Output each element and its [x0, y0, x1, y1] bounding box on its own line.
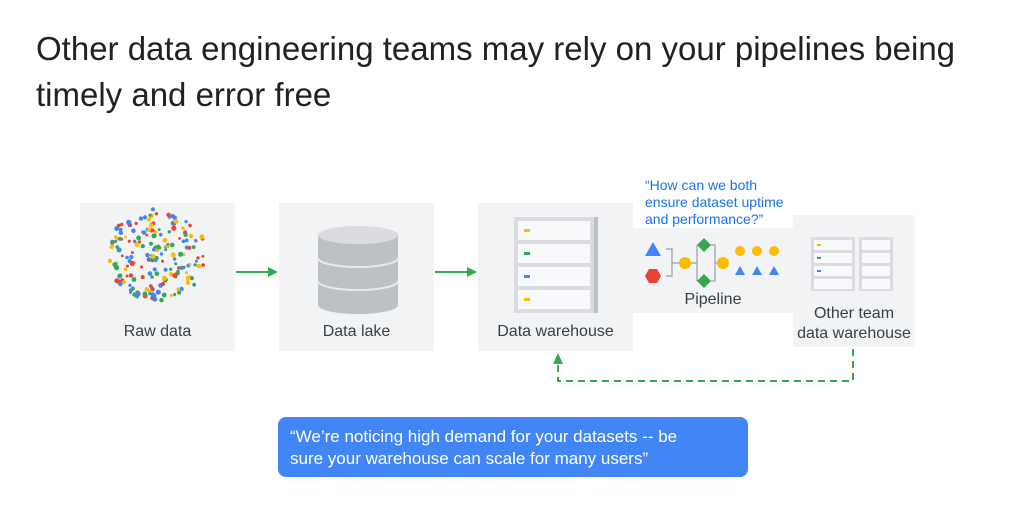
team-question-line2: ensure dataset uptime — [645, 194, 784, 210]
demand-callout-line1: “We’re noticing high demand for your dat… — [290, 427, 678, 446]
data-warehouse-server-icon — [514, 217, 598, 313]
data-lake-label: Data lake — [322, 323, 391, 340]
raw-data-label: Raw data — [123, 323, 192, 340]
team-question-line3: and performance?” — [645, 211, 764, 227]
other-team-server-icon — [811, 237, 893, 291]
data-lake-database-icon — [317, 226, 399, 314]
raw-data-scatter-icon — [107, 207, 205, 303]
pipeline-label: Pipeline — [684, 291, 742, 308]
flow-arrow-lake-to-warehouse — [435, 267, 477, 277]
feedback-dashed-arrow — [553, 349, 854, 382]
other-team-label-line1: Other team — [813, 305, 895, 322]
demand-callout-line2: sure your warehouse can scale for many u… — [290, 449, 649, 468]
team-question-quote: “How can we both ensure dataset uptime a… — [645, 177, 825, 228]
flow-arrow-raw-to-lake — [236, 267, 278, 277]
team-question-line1: “How can we both — [645, 177, 758, 193]
other-team-label-line2: data warehouse — [797, 325, 911, 342]
data-warehouse-label: Data warehouse — [497, 323, 614, 340]
pipeline-icon — [645, 238, 779, 288]
demand-callout: “We’re noticing high demand for your dat… — [278, 417, 748, 477]
